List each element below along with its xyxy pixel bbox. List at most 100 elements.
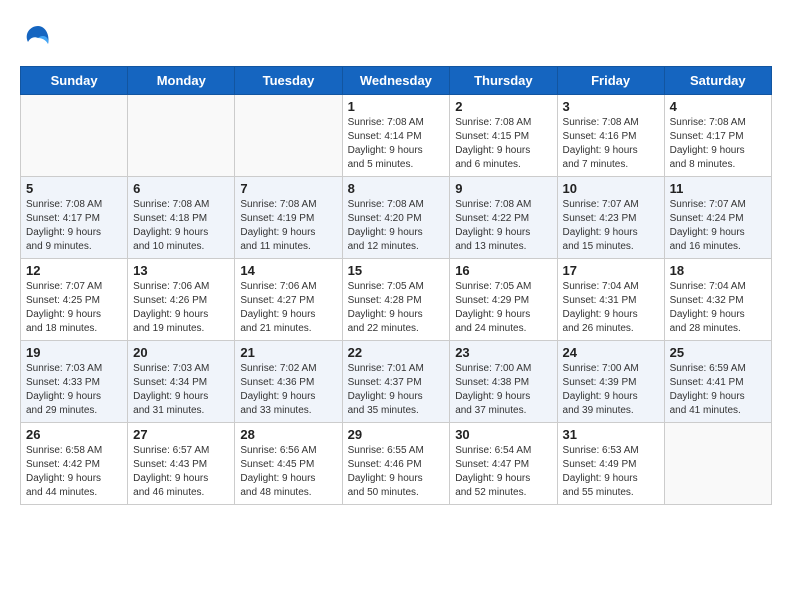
day-number: 22 bbox=[348, 345, 445, 360]
day-info: Sunrise: 6:56 AM Sunset: 4:45 PM Dayligh… bbox=[240, 444, 336, 500]
day-number: 9 bbox=[455, 181, 551, 196]
calendar-day-cell: 27 Sunrise: 6:57 AM Sunset: 4:43 PM Dayli… bbox=[128, 423, 235, 505]
calendar-day-cell: 9 Sunrise: 7:08 AM Sunset: 4:22 PM Daylig… bbox=[450, 177, 557, 259]
weekday-header-row: SundayMondayTuesdayWednesdayThursdayFrid… bbox=[21, 67, 772, 95]
day-number: 2 bbox=[455, 99, 551, 114]
calendar-day-cell bbox=[21, 95, 128, 177]
calendar-body: 1Sunrise: 7:08 AM Sunset: 4:14 PM Daylig… bbox=[21, 95, 772, 505]
calendar-day-cell: 11Sunrise: 7:07 AM Sunset: 4:24 PM Dayli… bbox=[664, 177, 771, 259]
day-number: 30 bbox=[455, 427, 551, 442]
day-number: 16 bbox=[455, 263, 551, 278]
calendar-day-cell: 23 Sunrise: 7:00 AM Sunset: 4:38 PM Dayli… bbox=[450, 341, 557, 423]
day-info: Sunrise: 6:53 AM Sunset: 4:49 PM Dayligh… bbox=[563, 444, 659, 500]
day-number: 12 bbox=[26, 263, 122, 278]
calendar-day-cell: 6Sunrise: 7:08 AM Sunset: 4:18 PM Daylig… bbox=[128, 177, 235, 259]
weekday-header-tuesday: Tuesday bbox=[235, 67, 342, 95]
calendar-day-cell: 15 Sunrise: 7:05 AM Sunset: 4:28 PM Dayli… bbox=[342, 259, 450, 341]
calendar-day-cell: 14Sunrise: 7:06 AM Sunset: 4:27 PM Dayli… bbox=[235, 259, 342, 341]
calendar-day-cell: 29 Sunrise: 6:55 AM Sunset: 4:46 PM Dayli… bbox=[342, 423, 450, 505]
day-number: 4 bbox=[670, 99, 766, 114]
day-info: Sunrise: 7:05 AM Sunset: 4:28 PM Dayligh… bbox=[348, 280, 445, 336]
calendar-day-cell: 20 Sunrise: 7:03 AM Sunset: 4:34 PM Dayli… bbox=[128, 341, 235, 423]
calendar-week-row: 1Sunrise: 7:08 AM Sunset: 4:14 PM Daylig… bbox=[21, 95, 772, 177]
day-info: Sunrise: 7:03 AM Sunset: 4:34 PM Dayligh… bbox=[133, 362, 229, 418]
calendar-day-cell: 13 Sunrise: 7:06 AM Sunset: 4:26 PM Dayli… bbox=[128, 259, 235, 341]
day-number: 15 bbox=[348, 263, 445, 278]
calendar-day-cell: 2 Sunrise: 7:08 AM Sunset: 4:15 PM Daylig… bbox=[450, 95, 557, 177]
calendar-day-cell: 28 Sunrise: 6:56 AM Sunset: 4:45 PM Dayli… bbox=[235, 423, 342, 505]
day-info: Sunrise: 6:54 AM Sunset: 4:47 PM Dayligh… bbox=[455, 444, 551, 500]
calendar-day-cell: 16Sunrise: 7:05 AM Sunset: 4:29 PM Dayli… bbox=[450, 259, 557, 341]
calendar-day-cell: 4 Sunrise: 7:08 AM Sunset: 4:17 PM Daylig… bbox=[664, 95, 771, 177]
day-number: 14 bbox=[240, 263, 336, 278]
calendar-table: SundayMondayTuesdayWednesdayThursdayFrid… bbox=[20, 66, 772, 505]
day-info: Sunrise: 7:01 AM Sunset: 4:37 PM Dayligh… bbox=[348, 362, 445, 418]
day-info: Sunrise: 6:55 AM Sunset: 4:46 PM Dayligh… bbox=[348, 444, 445, 500]
day-number: 1 bbox=[348, 99, 445, 114]
weekday-header-friday: Friday bbox=[557, 67, 664, 95]
calendar-day-cell: 19Sunrise: 7:03 AM Sunset: 4:33 PM Dayli… bbox=[21, 341, 128, 423]
day-number: 20 bbox=[133, 345, 229, 360]
day-number: 28 bbox=[240, 427, 336, 442]
calendar-day-cell: 18 Sunrise: 7:04 AM Sunset: 4:32 PM Dayli… bbox=[664, 259, 771, 341]
day-info: Sunrise: 7:07 AM Sunset: 4:23 PM Dayligh… bbox=[563, 198, 659, 254]
day-number: 27 bbox=[133, 427, 229, 442]
calendar-day-cell: 1Sunrise: 7:08 AM Sunset: 4:14 PM Daylig… bbox=[342, 95, 450, 177]
calendar-day-cell: 22 Sunrise: 7:01 AM Sunset: 4:37 PM Dayli… bbox=[342, 341, 450, 423]
day-number: 5 bbox=[26, 181, 122, 196]
day-number: 11 bbox=[670, 181, 766, 196]
day-info: Sunrise: 7:04 AM Sunset: 4:31 PM Dayligh… bbox=[563, 280, 659, 336]
calendar-day-cell: 26 Sunrise: 6:58 AM Sunset: 4:42 PM Dayli… bbox=[21, 423, 128, 505]
day-info: Sunrise: 7:08 AM Sunset: 4:19 PM Dayligh… bbox=[240, 198, 336, 254]
calendar-day-cell: 3 Sunrise: 7:08 AM Sunset: 4:16 PM Daylig… bbox=[557, 95, 664, 177]
day-number: 3 bbox=[563, 99, 659, 114]
calendar-day-cell: 10Sunrise: 7:07 AM Sunset: 4:23 PM Dayli… bbox=[557, 177, 664, 259]
day-info: Sunrise: 7:08 AM Sunset: 4:15 PM Dayligh… bbox=[455, 116, 551, 172]
day-info: Sunrise: 7:08 AM Sunset: 4:20 PM Dayligh… bbox=[348, 198, 445, 254]
day-info: Sunrise: 7:02 AM Sunset: 4:36 PM Dayligh… bbox=[240, 362, 336, 418]
day-info: Sunrise: 7:04 AM Sunset: 4:32 PM Dayligh… bbox=[670, 280, 766, 336]
day-info: Sunrise: 7:08 AM Sunset: 4:17 PM Dayligh… bbox=[670, 116, 766, 172]
weekday-header-sunday: Sunday bbox=[21, 67, 128, 95]
day-info: Sunrise: 7:08 AM Sunset: 4:17 PM Dayligh… bbox=[26, 198, 122, 254]
calendar-day-cell: 17 Sunrise: 7:04 AM Sunset: 4:31 PM Dayli… bbox=[557, 259, 664, 341]
day-number: 21 bbox=[240, 345, 336, 360]
weekday-header-wednesday: Wednesday bbox=[342, 67, 450, 95]
day-number: 18 bbox=[670, 263, 766, 278]
day-number: 23 bbox=[455, 345, 551, 360]
calendar-day-cell: 25Sunrise: 6:59 AM Sunset: 4:41 PM Dayli… bbox=[664, 341, 771, 423]
weekday-header-saturday: Saturday bbox=[664, 67, 771, 95]
day-number: 17 bbox=[563, 263, 659, 278]
calendar-week-row: 5 Sunrise: 7:08 AM Sunset: 4:17 PM Daylig… bbox=[21, 177, 772, 259]
page-header bbox=[20, 20, 772, 56]
calendar-day-cell: 8 Sunrise: 7:08 AM Sunset: 4:20 PM Daylig… bbox=[342, 177, 450, 259]
day-info: Sunrise: 7:08 AM Sunset: 4:18 PM Dayligh… bbox=[133, 198, 229, 254]
day-info: Sunrise: 7:08 AM Sunset: 4:22 PM Dayligh… bbox=[455, 198, 551, 254]
calendar-day-cell: 5 Sunrise: 7:08 AM Sunset: 4:17 PM Daylig… bbox=[21, 177, 128, 259]
day-info: Sunrise: 7:00 AM Sunset: 4:39 PM Dayligh… bbox=[563, 362, 659, 418]
calendar-day-cell: 21 Sunrise: 7:02 AM Sunset: 4:36 PM Dayli… bbox=[235, 341, 342, 423]
day-info: Sunrise: 7:07 AM Sunset: 4:25 PM Dayligh… bbox=[26, 280, 122, 336]
day-number: 8 bbox=[348, 181, 445, 196]
day-info: Sunrise: 6:57 AM Sunset: 4:43 PM Dayligh… bbox=[133, 444, 229, 500]
day-info: Sunrise: 6:58 AM Sunset: 4:42 PM Dayligh… bbox=[26, 444, 122, 500]
calendar-week-row: 12 Sunrise: 7:07 AM Sunset: 4:25 PM Dayli… bbox=[21, 259, 772, 341]
day-number: 31 bbox=[563, 427, 659, 442]
day-number: 26 bbox=[26, 427, 122, 442]
calendar-week-row: 19Sunrise: 7:03 AM Sunset: 4:33 PM Dayli… bbox=[21, 341, 772, 423]
calendar-day-cell bbox=[664, 423, 771, 505]
day-info: Sunrise: 7:00 AM Sunset: 4:38 PM Dayligh… bbox=[455, 362, 551, 418]
weekday-header-thursday: Thursday bbox=[450, 67, 557, 95]
day-number: 29 bbox=[348, 427, 445, 442]
calendar-day-cell: 24Sunrise: 7:00 AM Sunset: 4:39 PM Dayli… bbox=[557, 341, 664, 423]
logo bbox=[20, 20, 60, 56]
calendar-day-cell bbox=[128, 95, 235, 177]
calendar-day-cell: 12 Sunrise: 7:07 AM Sunset: 4:25 PM Dayli… bbox=[21, 259, 128, 341]
day-info: Sunrise: 7:08 AM Sunset: 4:16 PM Dayligh… bbox=[563, 116, 659, 172]
day-number: 19 bbox=[26, 345, 122, 360]
day-number: 7 bbox=[240, 181, 336, 196]
day-number: 13 bbox=[133, 263, 229, 278]
day-info: Sunrise: 7:06 AM Sunset: 4:26 PM Dayligh… bbox=[133, 280, 229, 336]
calendar-day-cell: 31 Sunrise: 6:53 AM Sunset: 4:49 PM Dayli… bbox=[557, 423, 664, 505]
logo-icon bbox=[20, 20, 56, 56]
